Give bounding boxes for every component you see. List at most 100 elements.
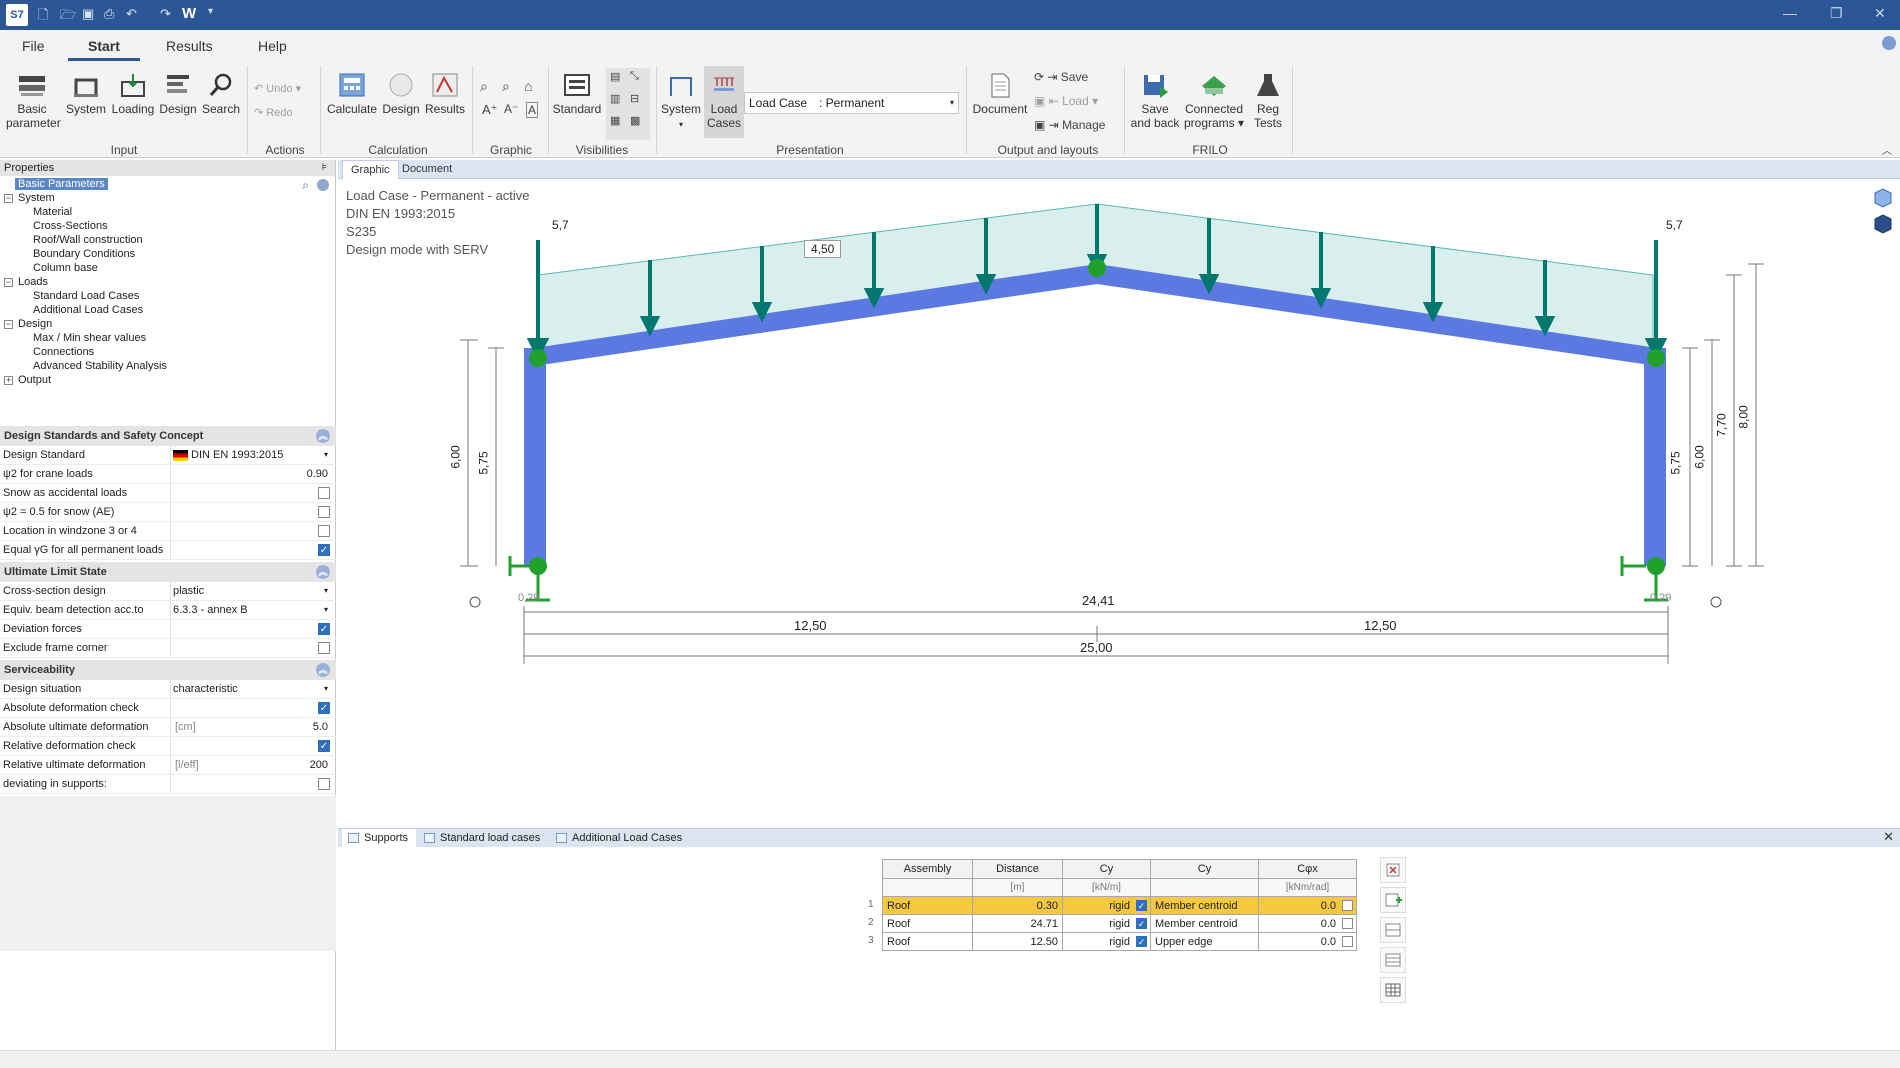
expand-system-icon[interactable]: −	[4, 194, 13, 203]
filter-icon[interactable]	[317, 179, 329, 191]
collapse-icon[interactable]: ︽	[316, 565, 330, 579]
restore-icon[interactable]: ❐	[1830, 5, 1843, 22]
table-row[interactable]: 3 Roof 12.50 rigid ✓ Upper edge 0.0	[868, 932, 1357, 951]
toggle-axes-icon[interactable]: ⤡	[630, 70, 639, 83]
font-decrease-icon[interactable]: A⁻	[504, 102, 518, 116]
table-row[interactable]: 2 Roof 24.71 rigid ✓ Member centroid 0.0	[868, 914, 1357, 933]
open-folder-icon[interactable]: 🗁	[60, 6, 76, 28]
tree-item-column-base[interactable]: Column base	[33, 262, 98, 274]
rigid-rot-checkbox[interactable]	[1342, 936, 1353, 947]
undo-button[interactable]: ↶ Undo ▾	[254, 82, 301, 95]
document-button[interactable]: Document	[972, 72, 1028, 116]
copy-row-button[interactable]	[1380, 947, 1406, 973]
tab-start[interactable]: Start	[88, 38, 120, 54]
section-design-standards[interactable]: Design Standards and Safety Concept ︽	[0, 426, 336, 446]
section-serviceability[interactable]: Serviceability ︽	[0, 660, 336, 680]
design-calc-button[interactable]: Design	[380, 72, 422, 116]
tree-item-connections[interactable]: Connections	[33, 346, 94, 358]
tab-additional-load-cases[interactable]: Additional Load Cases	[550, 829, 690, 847]
load-cases-button[interactable]: Load Cases	[704, 66, 744, 138]
tab-help[interactable]: Help	[258, 38, 287, 54]
undo-icon[interactable]: ↶	[126, 6, 137, 22]
tree-item-additional-load-cases[interactable]: Additional Load Cases	[33, 304, 143, 316]
tab-graphic[interactable]: Graphic	[342, 160, 399, 179]
tab-document[interactable]: Document	[394, 160, 460, 179]
tree-item-material[interactable]: Material	[33, 206, 72, 218]
save-icon[interactable]: ▣	[82, 6, 94, 22]
rigid-checkbox[interactable]: ✓	[1136, 936, 1147, 947]
deviation-forces-checkbox[interactable]: ✓	[318, 623, 330, 635]
rel-deformation-checkbox[interactable]: ✓	[318, 740, 330, 752]
abs-deformation-checkbox[interactable]: ✓	[318, 702, 330, 714]
results-button[interactable]: Results	[424, 72, 466, 116]
windzone-checkbox[interactable]	[318, 525, 330, 537]
deviating-supports-checkbox[interactable]	[318, 778, 330, 790]
rigid-checkbox[interactable]: ✓	[1136, 900, 1147, 911]
toggle-labels-icon[interactable]: ▦	[610, 114, 620, 127]
rigid-rot-checkbox[interactable]	[1342, 900, 1353, 911]
help-circle-icon[interactable]	[1882, 36, 1896, 50]
tree-item-design[interactable]: Design	[18, 318, 52, 330]
presentation-system-button[interactable]: System ▾	[660, 72, 702, 132]
toggle-loads-icon[interactable]: ▥	[610, 92, 620, 105]
zoom-out-icon[interactable]: ⌕	[502, 78, 510, 95]
load-case-select[interactable]: Load Case : Permanent ▾	[744, 92, 959, 114]
table-settings-button[interactable]	[1380, 977, 1406, 1003]
prop-design-standard[interactable]: Design Standard DIN EN 1993:2015 ▾	[0, 446, 336, 465]
prop-equiv-beam[interactable]: Equiv. beam detection acc.to 6.3.3 - ann…	[0, 601, 336, 620]
calculate-button[interactable]: Calculate	[326, 72, 378, 116]
section-ultimate-limit-state[interactable]: Ultimate Limit State ︽	[0, 562, 336, 582]
snow-accidental-checkbox[interactable]	[318, 487, 330, 499]
tab-supports[interactable]: Supports	[342, 829, 417, 847]
reg-tests-button[interactable]: Reg Tests	[1250, 72, 1286, 130]
insert-row-button[interactable]	[1380, 917, 1406, 943]
tree-item-stability-analysis[interactable]: Advanced Stability Analysis	[33, 360, 167, 372]
collapse-icon[interactable]: ︽	[316, 429, 330, 443]
zoom-in-icon[interactable]: ⌕	[480, 78, 488, 95]
graphic-canvas[interactable]: Load Case - Permanent - active DIN EN 19…	[338, 180, 1900, 828]
standard-view-button[interactable]: Standard	[552, 72, 602, 116]
delete-row-button[interactable]	[1380, 857, 1406, 883]
toggle-grid-icon[interactable]: ▩	[630, 114, 640, 127]
toggle-members-icon[interactable]: ▤	[610, 70, 620, 83]
pin-icon[interactable]: ⊧	[322, 160, 327, 176]
expand-loads-icon[interactable]: −	[4, 278, 13, 287]
design-input-button[interactable]: Design	[158, 72, 198, 116]
connected-programs-button[interactable]: Connected programs ▾	[1182, 72, 1246, 130]
tree-item-loads[interactable]: Loads	[18, 276, 48, 288]
exclude-frame-corner-checkbox[interactable]	[318, 642, 330, 654]
prop-rel-ult-deformation[interactable]: Relative ultimate deformation [l/eff] 200	[0, 756, 336, 775]
customize-quick-access-icon[interactable]: ▾	[208, 6, 213, 17]
add-row-button[interactable]	[1380, 887, 1406, 913]
font-increase-icon[interactable]: A⁺	[482, 102, 498, 118]
collapse-ribbon-icon[interactable]: ︿	[1882, 142, 1892, 157]
tab-file[interactable]: File	[22, 38, 45, 54]
redo-icon[interactable]: ↷	[160, 6, 171, 22]
tab-results[interactable]: Results	[166, 38, 213, 54]
redo-button[interactable]: ↷ Redo	[254, 106, 293, 119]
expand-output-icon[interactable]: +	[4, 376, 13, 385]
prop-design-situation[interactable]: Design situation characteristic ▾	[0, 680, 336, 699]
basic-parameter-button[interactable]: Basic parameter	[6, 72, 61, 130]
tree-item-cross-sections[interactable]: Cross-Sections	[33, 220, 108, 232]
tree-item-roof-wall[interactable]: Roof/Wall construction	[33, 234, 143, 246]
home-view-icon[interactable]: ⌂	[524, 78, 532, 94]
toggle-dims-icon[interactable]: ⊟	[630, 92, 639, 105]
tree-item-standard-load-cases[interactable]: Standard Load Cases	[33, 290, 139, 302]
search-button[interactable]: Search	[200, 72, 242, 116]
manage-layout-button[interactable]: ▣ ⇥ Manage	[1034, 118, 1105, 132]
print-icon[interactable]: ⎙	[104, 6, 114, 22]
equal-gamma-checkbox[interactable]: ✓	[318, 544, 330, 556]
save-layout-button[interactable]: ⟳ ⇥ Save	[1034, 70, 1088, 84]
prop-abs-ult-deformation[interactable]: Absolute ultimate deformation [cm] 5.0	[0, 718, 336, 737]
collapse-icon[interactable]: ︽	[316, 663, 330, 677]
table-row[interactable]: 1 Roof 0.30 rigid ✓ Member centroid 0.0	[868, 896, 1357, 915]
close-panel-icon[interactable]: ✕	[1883, 829, 1894, 845]
text-format-icon[interactable]: A	[526, 102, 539, 118]
tree-item-system[interactable]: System	[18, 192, 55, 204]
word-icon[interactable]: W	[182, 5, 196, 22]
tree-item-shear-values[interactable]: Max / Min shear values	[33, 332, 146, 344]
save-and-back-button[interactable]: Save and back	[1130, 72, 1180, 130]
psi2-snow-checkbox[interactable]	[318, 506, 330, 518]
search-icon[interactable]: ⌕	[302, 178, 309, 193]
